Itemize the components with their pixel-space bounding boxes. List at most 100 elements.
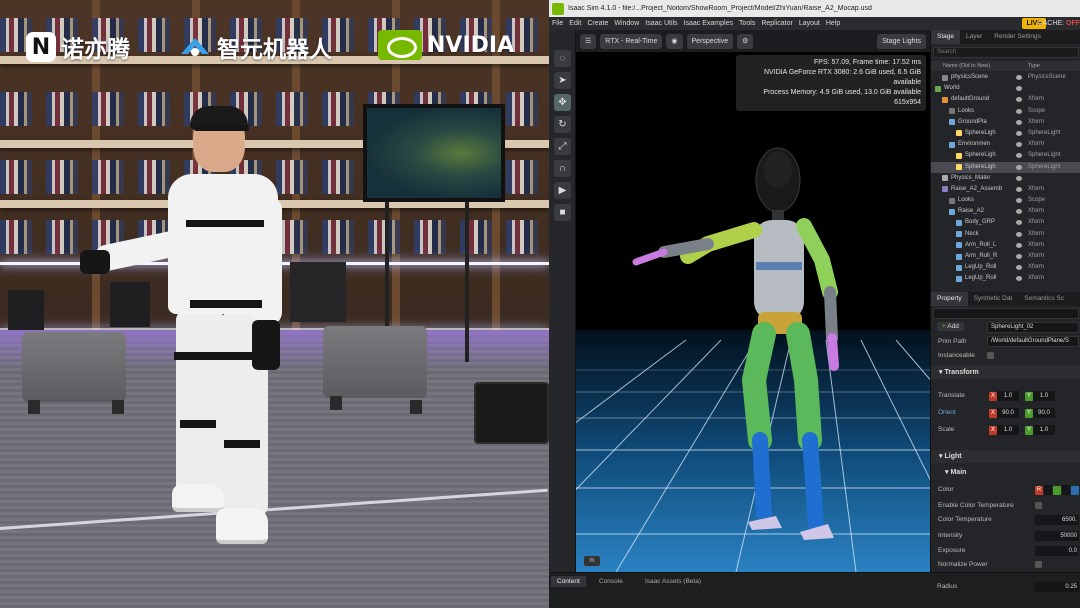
tab-stage[interactable]: Stage (931, 30, 960, 44)
play-icon[interactable]: ▶ (554, 182, 571, 199)
tree-row[interactable]: LegUp_Roll Xform (931, 262, 1080, 273)
intensity-field[interactable]: 50000 (1035, 531, 1079, 541)
settings-icon[interactable]: ☰ (580, 33, 597, 49)
menu-isaac-utils[interactable]: Isaac Utils (642, 20, 680, 27)
select-icon[interactable]: ◌ (554, 50, 571, 67)
visibility-icon[interactable] (1016, 108, 1022, 114)
eye-icon[interactable]: ◉ (666, 33, 683, 49)
tab-semantics[interactable]: Semantics Sc (1018, 292, 1070, 306)
prim-name-field[interactable]: SphereLight_02 (987, 322, 1079, 333)
tree-row[interactable]: Arm_Roll_L Xform (931, 240, 1080, 251)
tab-layer[interactable]: Layer (960, 30, 988, 44)
rotate-icon[interactable]: ↻ (554, 116, 571, 133)
stage-search-input[interactable]: Search (933, 47, 1079, 58)
tree-row[interactable]: LegUp_Roll Xform (931, 273, 1080, 284)
main-header[interactable]: ▾ Main (931, 466, 1080, 479)
orient-x-field[interactable]: 90.0 (997, 408, 1019, 418)
tree-row[interactable]: SphereLigh SphereLight (931, 150, 1080, 161)
cache-status[interactable]: CACHE: OFF (1038, 18, 1080, 29)
temp-field[interactable]: 6500. (1035, 515, 1079, 525)
prim-icon (949, 108, 955, 115)
visibility-icon[interactable] (1016, 254, 1022, 259)
scale-x-field[interactable]: 1.0 (997, 425, 1019, 435)
menu-layout[interactable]: Layout (796, 20, 823, 27)
visibility-icon[interactable] (1016, 242, 1022, 248)
tree-row[interactable]: World (931, 83, 1080, 94)
prim-path-field[interactable]: /World/defaultGroundPlane/S (987, 336, 1079, 347)
snap-icon[interactable]: ∩ (554, 160, 571, 177)
render-mode-button[interactable]: RTX - Real-Time (600, 33, 663, 49)
tree-row[interactable]: physicsScene PhysicsScene (931, 72, 1080, 83)
pointer-icon[interactable]: ➤ (554, 72, 571, 89)
move-icon[interactable]: ✥ (554, 94, 571, 111)
stop-icon[interactable]: ■ (554, 204, 571, 221)
perf-stats: FPS: 57.09, Frame time: 17.52 ms NVIDIA … (736, 55, 926, 111)
camera-settings-icon[interactable]: ⚙ (737, 33, 754, 49)
color-g-field[interactable] (1062, 485, 1070, 495)
stage-lights-button[interactable]: Stage Lights (877, 33, 926, 49)
agibot-logo: 智元机器人 (178, 30, 332, 64)
translate-x-field[interactable]: 1.0 (997, 391, 1019, 401)
orient-y-field[interactable]: 90.0 (1033, 408, 1055, 418)
menu-replicator[interactable]: Replicator (758, 20, 796, 27)
col-type[interactable]: Type (1028, 63, 1040, 69)
tree-row[interactable]: Body_GRP Xform (931, 217, 1080, 228)
color-r-field[interactable] (1044, 485, 1052, 495)
enable-temp-checkbox[interactable] (1035, 502, 1042, 509)
visibility-icon[interactable] (1016, 130, 1022, 136)
normalize-checkbox[interactable] (1035, 561, 1042, 568)
tab-render-settings[interactable]: Render Settings (988, 30, 1047, 44)
translate-y-field[interactable]: 1.0 (1033, 391, 1055, 401)
menu-isaac-examples[interactable]: Isaac Examples (681, 20, 736, 27)
visibility-icon[interactable] (1016, 231, 1022, 237)
visibility-icon[interactable] (1016, 119, 1022, 125)
visibility-icon[interactable] (1016, 86, 1022, 92)
tree-row[interactable]: Raise_A2_Assemb Xform (931, 184, 1080, 195)
visibility-icon[interactable] (1016, 75, 1022, 80)
tab-console[interactable]: Console (593, 576, 629, 587)
tree-row[interactable]: GroundPla Xform (931, 117, 1080, 128)
camera-button[interactable]: Perspective (686, 33, 734, 49)
property-search-input[interactable] (933, 308, 1079, 319)
visibility-icon[interactable] (1016, 186, 1022, 192)
agibot-icon (181, 38, 209, 56)
col-name[interactable]: Name (Old to New) (943, 63, 1028, 69)
light-header[interactable]: ▾ Light (931, 450, 1080, 463)
visibility-icon[interactable] (1016, 198, 1022, 204)
tree-row[interactable]: SphereLigh SphereLight (931, 161, 1080, 173)
scale-icon[interactable]: ⤢ (554, 138, 571, 155)
menu-file[interactable]: File (549, 20, 566, 27)
tree-row[interactable]: Raise_A2 Xform (931, 206, 1080, 217)
tree-row[interactable]: Neck Xform (931, 229, 1080, 240)
tree-row[interactable]: Looks Scope (931, 195, 1080, 206)
instanceable-checkbox[interactable] (987, 352, 994, 359)
unit-badge[interactable]: m (584, 556, 600, 566)
radius-field[interactable]: 0.25 (1035, 582, 1079, 592)
menu-help[interactable]: Help (823, 20, 843, 27)
tree-row[interactable]: Environmen Xform (931, 139, 1080, 150)
scale-y-field[interactable]: 1.0 (1033, 425, 1055, 435)
visibility-icon[interactable] (1016, 97, 1022, 103)
transform-header[interactable]: ▾ Transform (931, 366, 1080, 379)
menu-create[interactable]: Create (584, 20, 611, 27)
tree-row[interactable]: Physics_Mater (931, 173, 1080, 184)
tab-isaac-assets[interactable]: Isaac Assets (Beta) (639, 576, 707, 587)
tree-row[interactable]: Arm_Roll_R Xform (931, 251, 1080, 262)
tree-row[interactable]: Looks Scope (931, 106, 1080, 117)
menu-edit[interactable]: Edit (566, 20, 584, 27)
render-mode-label: RTX - Real-Time (605, 37, 658, 45)
visibility-icon[interactable] (1016, 142, 1022, 148)
tree-row[interactable]: defaultGround Xform (931, 94, 1080, 105)
tab-property[interactable]: Property (931, 292, 968, 306)
viewport[interactable]: ☰ RTX - Real-Time ◉ Perspective ⚙ Stage … (576, 30, 930, 572)
menu-tools[interactable]: Tools (736, 20, 758, 27)
tab-content[interactable]: Content (551, 576, 586, 587)
menu-window[interactable]: Window (611, 20, 642, 27)
visibility-icon[interactable] (1016, 175, 1022, 181)
tab-synthetic-data[interactable]: Synthetic Dat (968, 292, 1019, 306)
add-button[interactable]: + Add (937, 322, 964, 331)
visibility-icon[interactable] (1016, 164, 1022, 170)
tree-row[interactable]: SphereLigh SphereLight (931, 128, 1080, 139)
exposure-field[interactable]: 0.0 (1035, 546, 1079, 556)
visibility-icon[interactable] (1016, 209, 1022, 215)
